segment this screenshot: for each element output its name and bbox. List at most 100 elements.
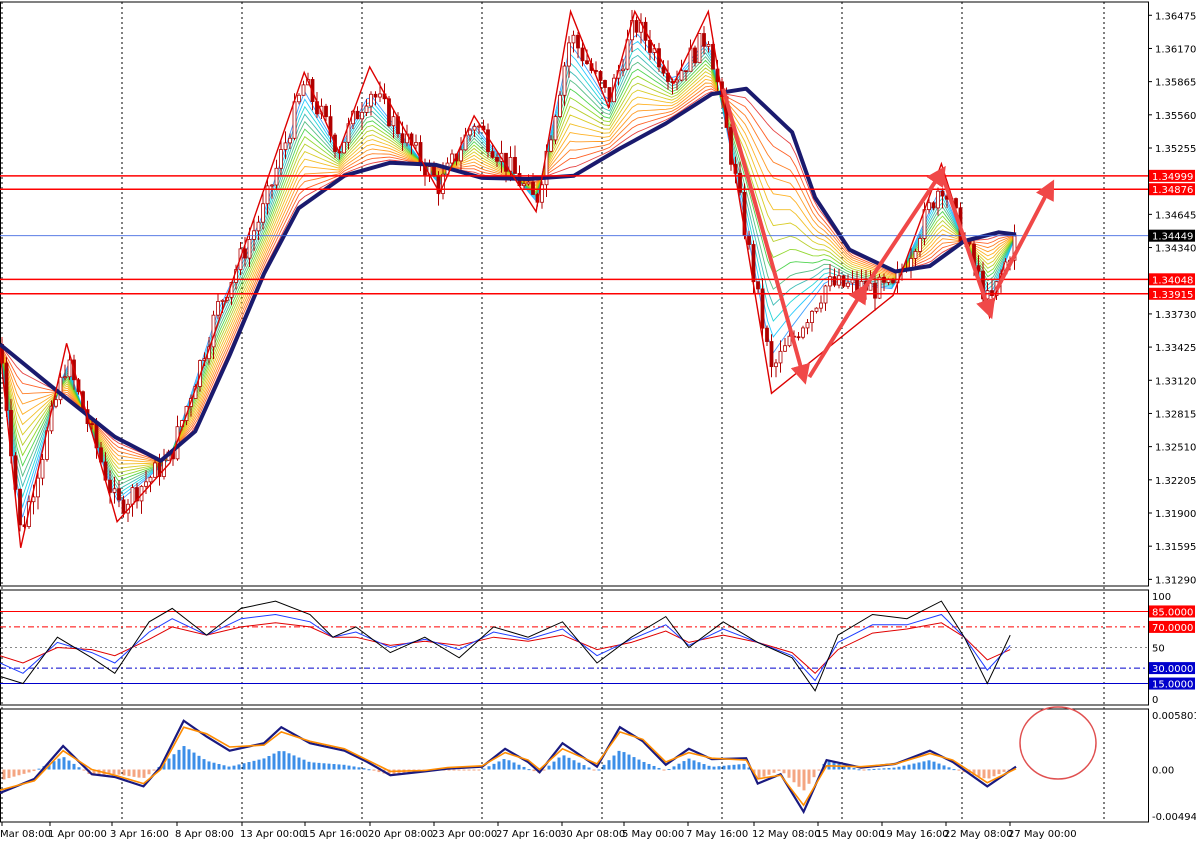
macd-histogram-bar (22, 769, 26, 774)
macd-histogram-bar (582, 765, 586, 770)
candle-body (373, 93, 378, 98)
candle-body (18, 488, 22, 526)
price-tick-label: 1.32205 (1155, 476, 1196, 487)
macd-histogram-bar (662, 769, 666, 771)
time-tick-label: 27 May 00:00 (1008, 829, 1077, 840)
level-label: 1.34048 (1152, 275, 1193, 286)
candle-body (472, 126, 477, 131)
candle-body (90, 423, 94, 426)
macd-histogram-bar (692, 760, 696, 770)
candle-body (760, 288, 765, 329)
candle-body (288, 137, 292, 144)
time-tick-label: 8 Apr 08:00 (175, 829, 234, 840)
price-tick-label: 1.32815 (1155, 409, 1196, 420)
macd-histogram-bar (957, 769, 961, 771)
macd-histogram-bar (112, 769, 116, 775)
candle-body (769, 341, 774, 368)
macd-histogram-bar (997, 769, 1001, 775)
macd-histogram-bar (137, 769, 141, 778)
candle-body (796, 336, 801, 339)
price-tick-label: 1.34340 (1155, 244, 1196, 255)
macd-histogram-bar (502, 759, 506, 770)
macd-histogram-bar (657, 767, 661, 770)
candle-body (67, 359, 72, 378)
macd-histogram-bar (367, 769, 371, 771)
time-tick-label: Mar 08:00 (0, 829, 51, 840)
macd-histogram-bar (872, 768, 876, 770)
macd-histogram-bar (237, 764, 241, 770)
macd-histogram-bar (617, 750, 621, 770)
candle-body (832, 276, 837, 286)
macd-histogram-bar (947, 767, 951, 770)
macd-histogram-bar (212, 762, 216, 770)
macd-histogram-bar (482, 768, 486, 770)
macd-histogram-bar (637, 759, 641, 770)
macd-histogram-bar (512, 762, 516, 770)
candle-body (148, 476, 153, 483)
macd-histogram-bar (857, 769, 861, 771)
macd-histogram-bar (172, 754, 176, 770)
macd-histogram-bar (67, 760, 71, 770)
macd-histogram-bar (567, 757, 571, 770)
macd-histogram-bar (217, 763, 221, 770)
candle-body (247, 239, 252, 259)
price-tick-label: 1.31595 (1155, 542, 1196, 553)
macd-histogram-bar (142, 769, 146, 778)
macd-histogram-bar (862, 769, 866, 771)
candle-body (877, 276, 882, 299)
macd-histogram-bar (532, 769, 536, 772)
macd-histogram-bar (122, 769, 126, 776)
macd-histogram-bar (767, 769, 771, 775)
candle-body (243, 248, 247, 259)
candle-body (279, 149, 283, 169)
candle-body (576, 34, 580, 49)
candle-body (558, 94, 562, 117)
macd-histogram-bar (267, 756, 271, 770)
macd-histogram-bar (517, 764, 521, 770)
candle-body (270, 184, 274, 187)
candle-body (301, 84, 306, 96)
candle-body (360, 112, 364, 120)
macd-histogram-bar (897, 766, 901, 770)
macd-histogram-bar (182, 746, 186, 770)
candle-body (261, 203, 265, 223)
candle-body (913, 251, 918, 259)
candle-body (216, 301, 220, 316)
macd-histogram-bar (32, 769, 36, 772)
macd-histogram-bar (717, 766, 721, 770)
candle-body (36, 477, 40, 498)
macd-histogram-bar (642, 761, 646, 770)
candle-body (292, 101, 297, 139)
candle-body (562, 65, 567, 96)
macd-histogram-bar (852, 767, 856, 770)
time-tick-label: 20 Apr 08:00 (368, 829, 433, 840)
macd-histogram-bar (742, 763, 746, 770)
macd-histogram-bar (202, 759, 206, 770)
macd-histogram-bar (302, 759, 306, 770)
candle-body (684, 70, 688, 73)
candle-body (297, 94, 301, 103)
candle-body (378, 93, 382, 98)
macd-histogram-bar (312, 762, 316, 770)
osc-tick-label: 0 (1152, 695, 1158, 706)
macd-histogram-bar (597, 769, 601, 771)
macd-histogram-bar (777, 769, 781, 771)
forex-chart[interactable]: 1.36475 1.36170 1.35865 1.35560 1.35255 1.346… (0, 0, 1196, 842)
macd-histogram-bar (627, 754, 631, 770)
macd-histogram-bar (187, 749, 191, 770)
candle-body (598, 71, 603, 81)
time-tick-label: 22 May 08:00 (944, 829, 1013, 840)
price-tick-label: 1.31900 (1155, 509, 1196, 520)
macd-histogram-bar (17, 769, 21, 776)
price-tick-label: 1.35865 (1155, 78, 1196, 89)
candle-body (117, 488, 121, 501)
candle-body (391, 116, 396, 127)
macd-histogram-bar (242, 763, 246, 770)
macd-histogram-bar (337, 764, 341, 770)
candle-body (706, 44, 711, 47)
macd-histogram-bar (372, 769, 376, 771)
candle-body (855, 279, 859, 291)
candle-body (918, 238, 922, 252)
candle-body (486, 129, 490, 152)
candle-body (54, 399, 58, 407)
